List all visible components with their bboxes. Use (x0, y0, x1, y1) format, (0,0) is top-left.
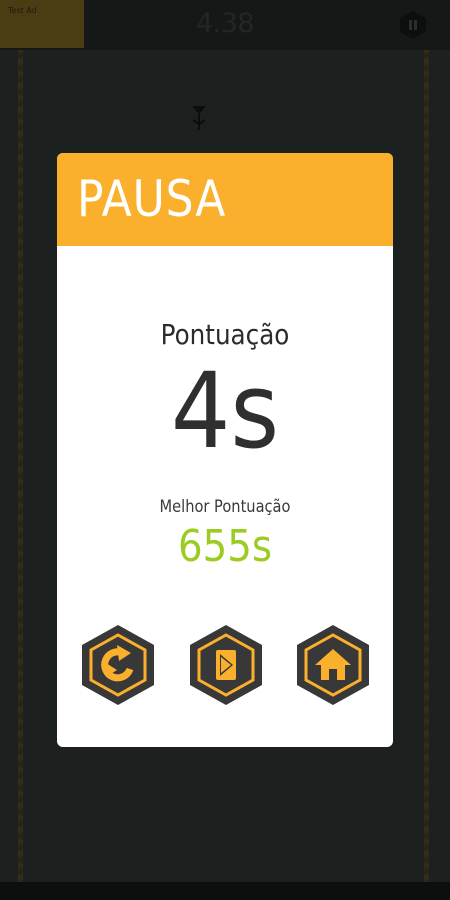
right-rope (424, 50, 429, 900)
score-value: 4s (170, 350, 280, 472)
restart-icon (82, 625, 154, 705)
dialog-header: PAUSA (57, 153, 393, 246)
pause-button[interactable] (398, 10, 428, 40)
home-button[interactable] (294, 623, 372, 707)
score-label: Pontuação (160, 318, 290, 351)
play-icon (190, 625, 262, 705)
home-icon (297, 625, 369, 705)
left-rope (18, 50, 23, 900)
spider-character (187, 104, 211, 140)
restart-button[interactable] (79, 623, 157, 707)
resume-button[interactable] (187, 623, 265, 707)
dialog-title: PAUSA (77, 170, 227, 228)
elapsed-timer: 4.38 (195, 8, 255, 39)
best-score-label: Melhor Pontuação (159, 497, 291, 517)
bottom-strip (0, 882, 450, 900)
pause-dialog: PAUSA Pontuação 4s Melhor Pontuação 655s (57, 153, 393, 747)
top-bar: Test Ad 4.38 (0, 0, 450, 50)
best-score-value: 655s (177, 521, 273, 572)
pause-icon (400, 11, 426, 39)
game-screen: Test Ad 4.38 PAUSA Pontuação 4s Melhor P… (0, 0, 450, 900)
